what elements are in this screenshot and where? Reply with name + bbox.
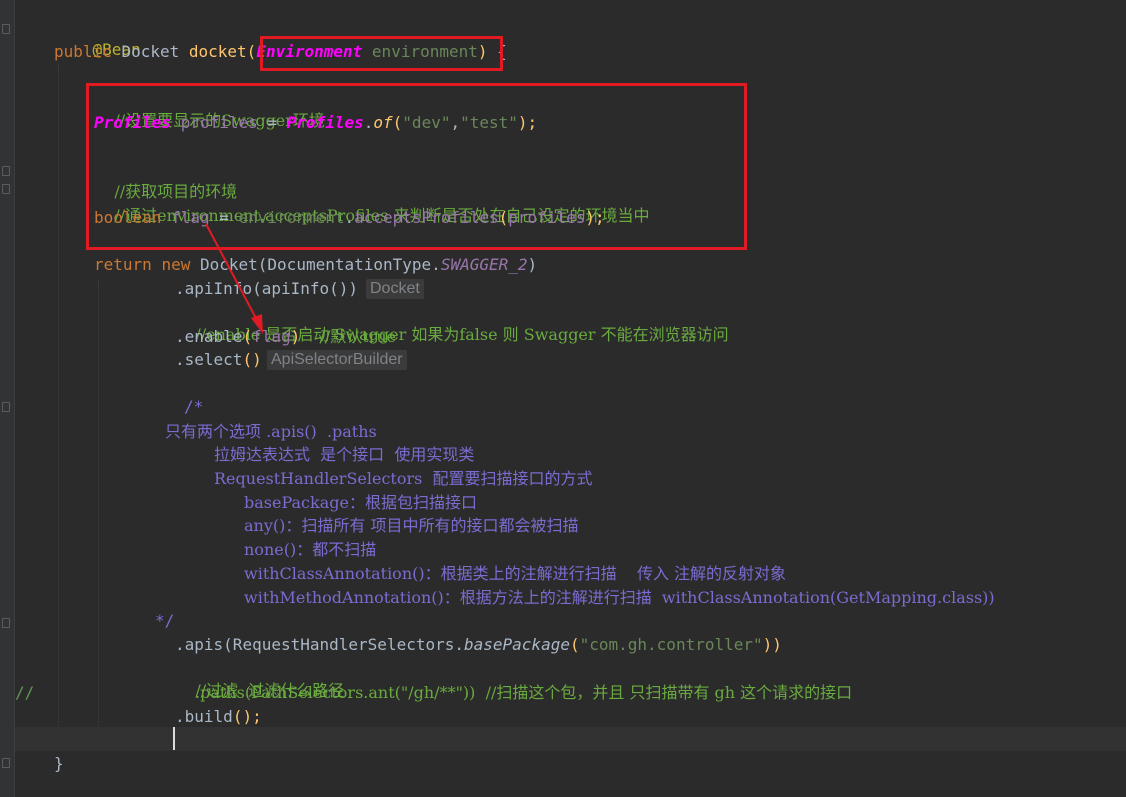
code-editor[interactable]: @Bean public Docket docket(Environment e… [0,0,1126,797]
annotation-arrow-icon [205,223,263,334]
